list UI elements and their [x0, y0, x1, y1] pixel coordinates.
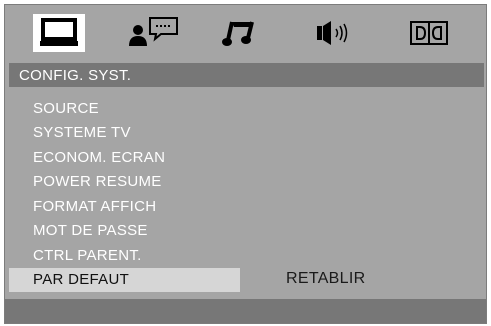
menu-item-label: SOURCE: [33, 100, 99, 117]
dolby-icon: [409, 20, 449, 46]
menu-item-ctrl-parent[interactable]: CTRL PARENT.: [9, 244, 240, 268]
menu-item-label: SYSTEME TV: [33, 124, 131, 141]
option-value[interactable]: RETABLIR: [286, 270, 365, 288]
menu-item-label: ECONOM. ECRAN: [33, 149, 166, 166]
menu-item-power-resume[interactable]: POWER RESUME: [9, 170, 240, 194]
tab-system[interactable]: [33, 14, 85, 52]
menu-item-econom-ecran[interactable]: ECONOM. ECRAN: [9, 146, 240, 170]
menu-item-label: CTRL PARENT.: [33, 247, 142, 264]
monitor-icon: [39, 18, 79, 48]
menu-item-label: MOT DE PASSE: [33, 222, 148, 239]
tab-audio[interactable]: [215, 14, 261, 52]
menu-item-mot-de-passe[interactable]: MOT DE PASSE: [9, 219, 240, 243]
tab-dolby[interactable]: [403, 14, 455, 52]
tab-speaker[interactable]: [305, 14, 365, 52]
menu-item-systeme-tv[interactable]: SYSTEME TV: [9, 121, 240, 145]
menu-item-label: FORMAT AFFICH: [33, 198, 157, 215]
menu-item-label: PAR DEFAUT: [33, 271, 130, 288]
volume-icon: [309, 19, 361, 47]
section-title-bar: CONFIG. SYST.: [9, 63, 484, 87]
tab-language[interactable]: [123, 14, 181, 52]
speaker-person-icon: [123, 16, 181, 50]
osd-screen: CONFIG. SYST. SOURCE SYSTEME TV ECONOM. …: [4, 4, 487, 324]
menu-item-source[interactable]: SOURCE: [9, 97, 240, 121]
section-title: CONFIG. SYST.: [19, 67, 132, 84]
icon-tab-bar: [5, 5, 486, 57]
bottom-bar: [5, 299, 486, 323]
menu-item-format-affich[interactable]: FORMAT AFFICH: [9, 195, 240, 219]
menu-item-label: POWER RESUME: [33, 173, 162, 190]
menu-item-par-defaut[interactable]: PAR DEFAUT: [9, 268, 240, 292]
music-note-icon: [221, 18, 255, 48]
